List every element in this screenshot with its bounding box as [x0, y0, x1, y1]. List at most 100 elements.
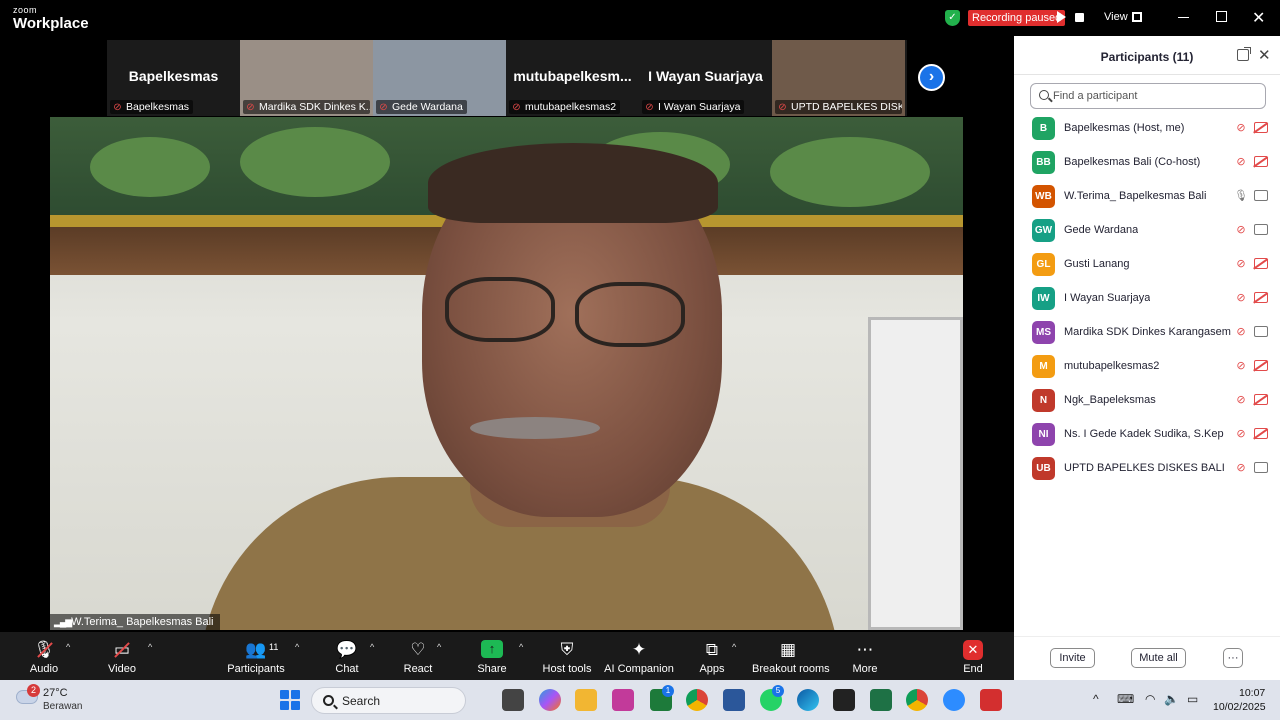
breakout-rooms-button[interactable]: ▦ Breakout rooms: [752, 632, 830, 680]
invite-button[interactable]: Invite: [1050, 648, 1095, 668]
video-options-chevron-icon[interactable]: ^: [148, 642, 152, 652]
chat-button[interactable]: 💬 Chat: [331, 632, 363, 680]
active-speaker-video[interactable]: ▂▄▆ W.Terima_ Bapelkesmas Bali: [50, 117, 963, 630]
camera-icon[interactable]: [1254, 462, 1268, 473]
share-options-chevron-icon[interactable]: ^: [519, 642, 523, 652]
mic-muted-icon[interactable]: ⊘: [1234, 257, 1248, 271]
camera-off-icon[interactable]: [1254, 360, 1268, 371]
audio-options-chevron-icon[interactable]: ^: [66, 642, 70, 652]
volume-icon[interactable]: 🔈: [1164, 692, 1179, 706]
security-shield-icon[interactable]: ✓: [945, 10, 960, 26]
more-button[interactable]: ⋯ More: [849, 632, 881, 680]
participant-row[interactable]: MS Mardika SDK Dinkes Karangasem ⊘: [1014, 316, 1280, 350]
participant-row[interactable]: N Ngk_Bapeleksmas ⊘: [1014, 384, 1280, 418]
mic-muted-icon[interactable]: ⊘: [1234, 155, 1248, 169]
windows-start-icon[interactable]: [280, 690, 300, 710]
battery-icon[interactable]: ▭: [1187, 692, 1198, 706]
participants-options-chevron-icon[interactable]: ^: [295, 642, 299, 652]
close-window-icon[interactable]: ✕: [1252, 8, 1265, 28]
react-button[interactable]: ♡ React: [402, 632, 434, 680]
participant-row[interactable]: NI Ns. I Gede Kadek Sudika, S.Kep ⊘: [1014, 418, 1280, 452]
language-icon[interactable]: ⌨: [1117, 692, 1134, 706]
edge-icon[interactable]: [797, 689, 819, 711]
chrome-profile-icon[interactable]: [906, 689, 928, 711]
participant-thumbnail[interactable]: mutubapelkesm... ⊘ mutubapelkesmas2: [506, 40, 639, 116]
ai-companion-button[interactable]: ✦ AI Companion: [604, 632, 674, 680]
show-hidden-icons-chevron-icon[interactable]: ^: [1093, 692, 1099, 706]
participant-row[interactable]: UB UPTD BAPELKES DISKES BALI ⊘: [1014, 452, 1280, 486]
video-button[interactable]: ▭ Video: [106, 632, 138, 680]
participant-thumbnail[interactable]: ⊘ Gede Wardana: [373, 40, 506, 116]
excel-icon[interactable]: [870, 689, 892, 711]
participant-thumbnail[interactable]: ⊘ Mardika SDK Dinkes K...: [240, 40, 373, 116]
mic-muted-icon[interactable]: ⊘: [1234, 461, 1248, 475]
camera-off-icon[interactable]: [1254, 122, 1268, 133]
minimize-icon[interactable]: [1178, 17, 1189, 18]
view-button[interactable]: View: [1104, 11, 1128, 23]
popout-icon[interactable]: [1237, 47, 1251, 61]
maximize-icon[interactable]: [1216, 11, 1227, 22]
acrobat-icon[interactable]: [980, 689, 1002, 711]
participant-search-input[interactable]: [1053, 87, 1258, 105]
task-view-icon[interactable]: [502, 689, 524, 711]
mic-muted-icon[interactable]: ⊘: [1234, 325, 1248, 339]
apps-options-chevron-icon[interactable]: ^: [732, 642, 736, 652]
camera-off-icon[interactable]: [1254, 292, 1268, 303]
camera-icon[interactable]: [1254, 326, 1268, 337]
mic-muted-icon[interactable]: ⊘: [1234, 291, 1248, 305]
calendar-app-icon[interactable]: [833, 689, 855, 711]
camera-off-icon[interactable]: [1254, 156, 1268, 167]
audio-button[interactable]: 🎙 Audio: [28, 632, 60, 680]
wifi-icon[interactable]: ◠: [1145, 692, 1155, 706]
mic-muted-icon[interactable]: ⊘: [1234, 223, 1248, 237]
participant-thumbnail[interactable]: Bapelkesmas ⊘ Bapelkesmas: [107, 40, 240, 116]
weather-temperature[interactable]: 27°C: [43, 687, 68, 699]
camera-icon[interactable]: [1254, 224, 1268, 235]
mic-icon[interactable]: 🎙: [1234, 189, 1248, 203]
chat-options-chevron-icon[interactable]: ^: [370, 642, 374, 652]
camera-icon[interactable]: [1254, 190, 1268, 201]
chrome-icon[interactable]: [686, 689, 708, 711]
participant-row[interactable]: WB W.Terima_ Bapelkesmas Bali 🎙: [1014, 180, 1280, 214]
mute-all-button[interactable]: Mute all: [1131, 648, 1186, 668]
participant-search[interactable]: [1030, 83, 1266, 109]
speaker-glasses-left: [445, 277, 555, 342]
participant-row[interactable]: IW I Wayan Suarjaya ⊘: [1014, 282, 1280, 316]
file-explorer-icon[interactable]: [575, 689, 597, 711]
camera-off-icon[interactable]: [1254, 428, 1268, 439]
mic-muted-icon[interactable]: ⊘: [1234, 359, 1248, 373]
mic-muted-icon[interactable]: ⊘: [1234, 427, 1248, 441]
participants-button[interactable]: 👥 Participants: [227, 632, 284, 680]
participant-thumbnail[interactable]: I Wayan Suarjaya ⊘ I Wayan Suarjaya: [639, 40, 772, 116]
taskbar-search[interactable]: Search: [311, 687, 466, 714]
mic-muted-icon[interactable]: ⊘: [1234, 121, 1248, 135]
end-meeting-button[interactable]: ✕ End: [957, 632, 989, 680]
clock-time[interactable]: 10:07: [1239, 687, 1265, 699]
next-page-chevron-icon[interactable]: ›: [918, 64, 945, 91]
copilot-icon[interactable]: [539, 689, 561, 711]
view-grid-icon[interactable]: [1132, 12, 1142, 22]
participant-row[interactable]: B Bapelkesmas (Host, me) ⊘: [1014, 112, 1280, 146]
stop-recording-icon[interactable]: [1075, 13, 1084, 22]
participant-row[interactable]: Mmutubapelkesmas2 ⊘: [1014, 350, 1280, 384]
host-tools-button[interactable]: ⛨ Host tools: [543, 632, 592, 680]
participant-row[interactable]: GW Gede Wardana ⊘: [1014, 214, 1280, 248]
word-icon[interactable]: [723, 689, 745, 711]
mic-muted-icon[interactable]: ⊘: [1234, 393, 1248, 407]
photos-icon[interactable]: [612, 689, 634, 711]
react-options-chevron-icon[interactable]: ^: [437, 642, 441, 652]
participant-thumbnail[interactable]: ⊘ UPTD BAPELKES DISKE...: [772, 40, 905, 116]
participant-row[interactable]: GL Gusti Lanang ⊘: [1014, 248, 1280, 282]
apps-button[interactable]: ⧉ Apps: [696, 632, 728, 680]
share-button[interactable]: ↑ Share: [476, 632, 508, 680]
panel-more-button[interactable]: ···: [1223, 648, 1243, 668]
resume-recording-icon[interactable]: [1057, 11, 1066, 23]
participant-row[interactable]: BB Bapelkesmas Bali (Co-host) ⊘: [1014, 146, 1280, 180]
camera-off-icon[interactable]: [1254, 394, 1268, 405]
close-panel-icon[interactable]: ✕: [1258, 46, 1271, 64]
avatar: WB: [1032, 185, 1055, 208]
camera-off-icon[interactable]: [1254, 258, 1268, 269]
clock-date[interactable]: 10/02/2025: [1213, 701, 1266, 713]
weather-description[interactable]: Berawan: [43, 701, 82, 712]
zoom-taskbar-icon[interactable]: [943, 689, 965, 711]
